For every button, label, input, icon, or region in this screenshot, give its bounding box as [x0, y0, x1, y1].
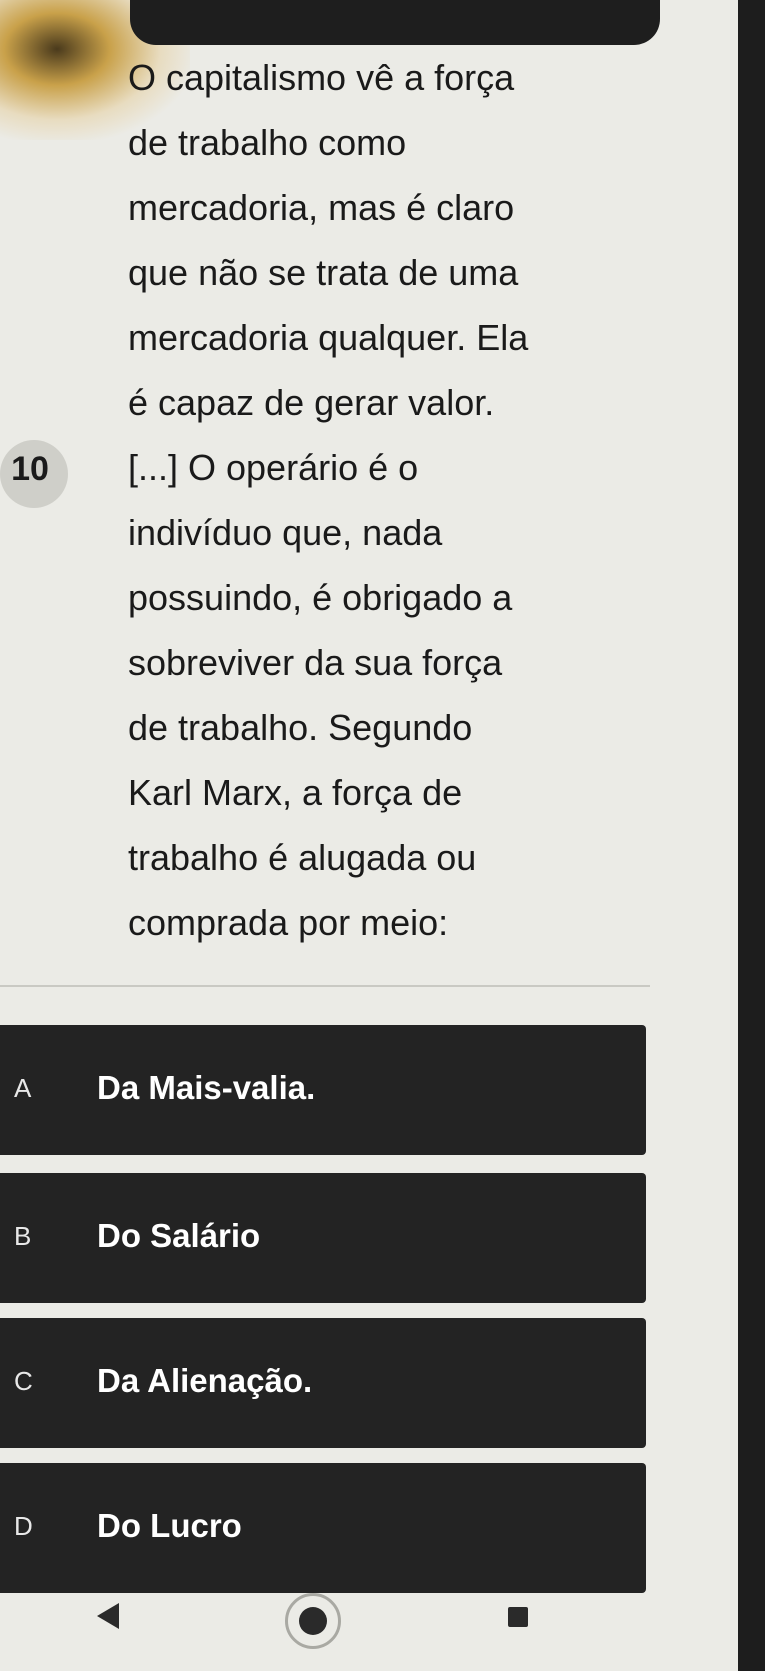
question-number: 10: [11, 450, 49, 488]
question-line: Karl Marx, a força de: [128, 772, 463, 813]
question-line: que não se trata de uma: [128, 252, 519, 293]
option-text: Da Alienação.: [97, 1362, 313, 1399]
phone-bezel: [738, 0, 765, 1671]
question-line: indivíduo que, nada: [128, 512, 443, 553]
home-circle-icon[interactable]: [285, 1593, 341, 1649]
question-line: trabalho é alugada ou: [128, 837, 477, 878]
option-a-button[interactable]: A Da Mais-valia.: [0, 1025, 646, 1155]
question-line: de trabalho. Segundo: [128, 707, 473, 748]
system-nav-bar: [0, 1593, 738, 1671]
question-line: é capaz de gerar valor.: [128, 382, 495, 423]
back-triangle-icon[interactable]: [97, 1603, 119, 1629]
recent-apps-square-icon[interactable]: [508, 1607, 528, 1627]
option-letter: D: [14, 1511, 33, 1541]
question-line: mercadoria, mas é claro: [128, 187, 515, 228]
option-b-button[interactable]: B Do Salário: [0, 1173, 646, 1303]
option-text: Do Salário: [97, 1217, 261, 1254]
question-line: mercadoria qualquer. Ela: [128, 317, 529, 358]
screen: 10 O capitalismo vê a força de trabalho …: [0, 0, 738, 1671]
question-line: O capitalismo vê a força: [128, 57, 515, 98]
option-text: Do Lucro: [97, 1507, 242, 1544]
option-letter: B: [14, 1221, 32, 1251]
divider: [0, 985, 650, 987]
question-line: sobreviver da sua força: [128, 642, 503, 683]
question-text: O capitalismo vê a força de trabalho com…: [128, 45, 618, 955]
home-dot: [299, 1607, 327, 1635]
question-line: possuindo, é obrigado a: [128, 577, 513, 618]
option-c-button[interactable]: C Da Alienação.: [0, 1318, 646, 1448]
question-line: de trabalho como: [128, 122, 407, 163]
option-letter: C: [14, 1366, 33, 1396]
question-line: comprada por meio:: [128, 902, 449, 943]
option-text: Da Mais-valia.: [97, 1069, 316, 1106]
question-line: [...] O operário é o: [128, 447, 419, 488]
status-notch: [130, 0, 660, 45]
option-d-button[interactable]: D Do Lucro: [0, 1463, 646, 1593]
option-letter: A: [14, 1073, 32, 1103]
